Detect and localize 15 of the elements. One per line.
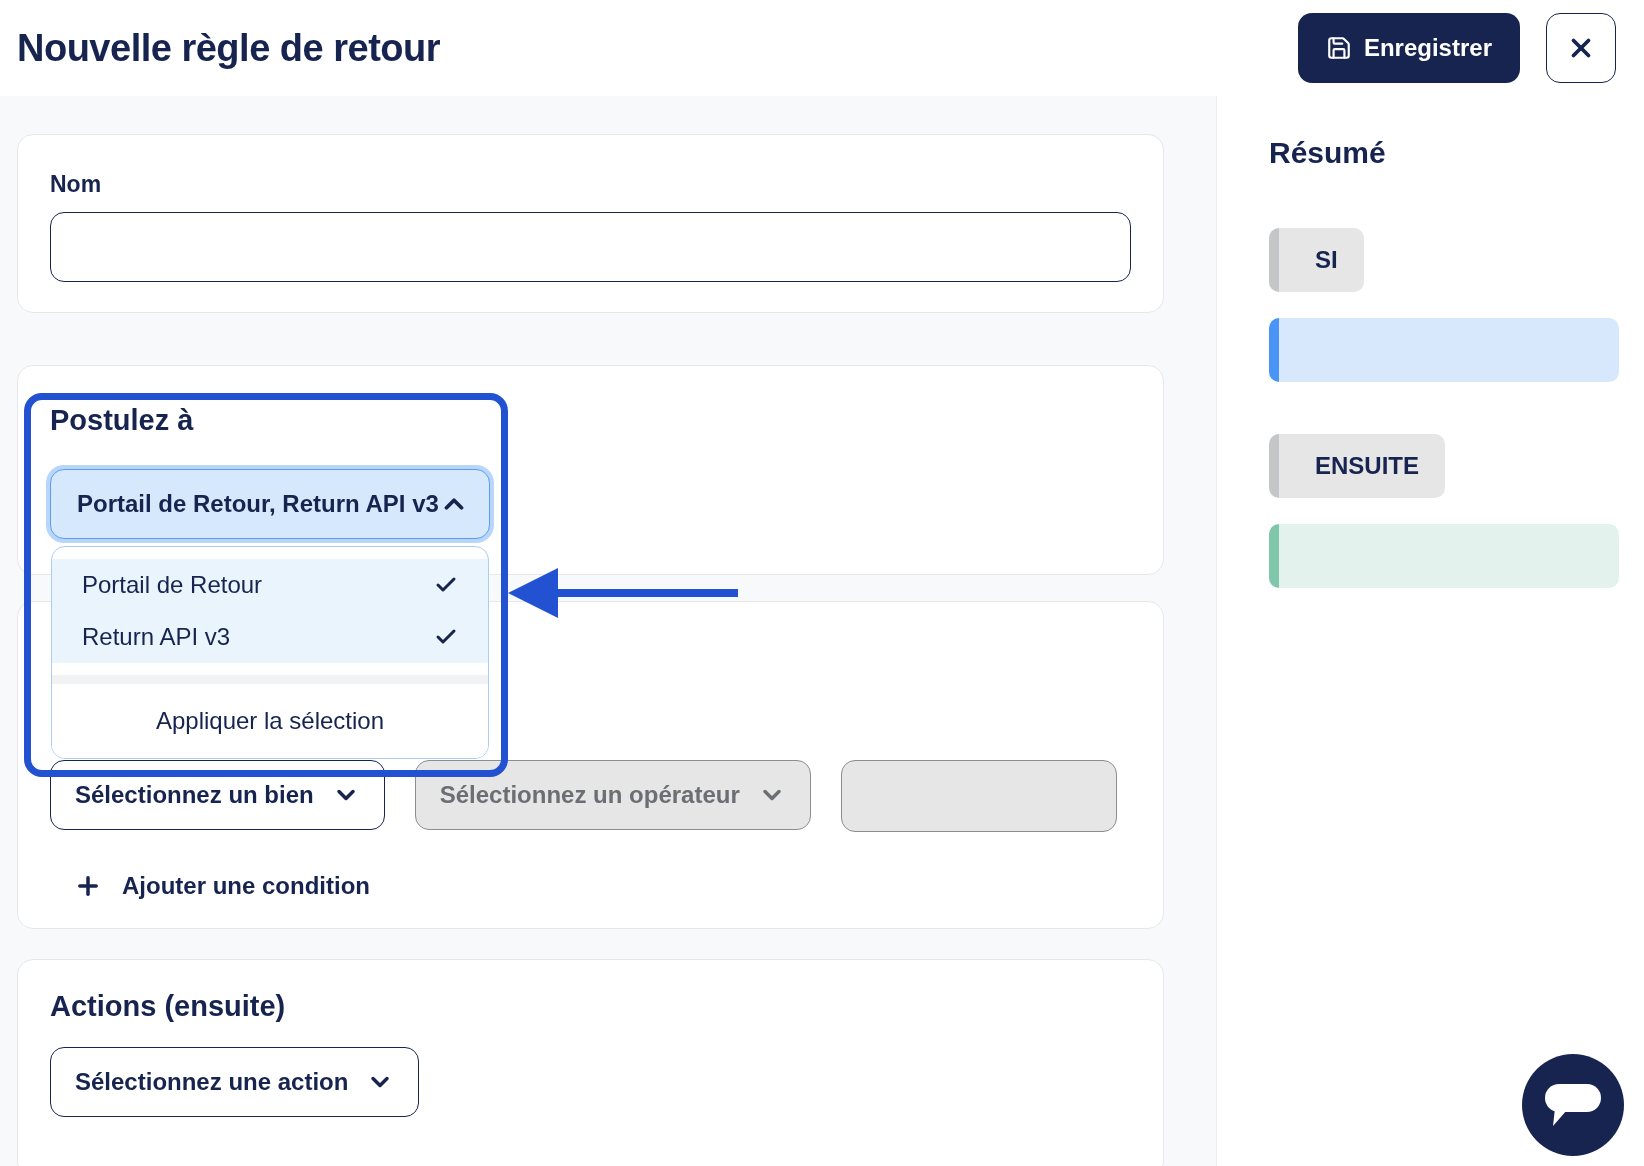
field-label: Nom (50, 171, 103, 198)
name-input-field[interactable] (50, 212, 1131, 282)
summary-chip: SI (1269, 228, 1364, 292)
section-title: Actions (ensuite) (50, 990, 287, 1023)
save-icon (1325, 35, 1352, 61)
save-button[interactable]: Enregistrer (1297, 13, 1520, 83)
action-select[interactable]: Sélectionnez une action (50, 1047, 420, 1117)
summary-chip: ENSUITE (1269, 434, 1445, 498)
dropdown-option[interactable]: Return API v3 (52, 611, 488, 663)
dropdown-option[interactable]: Portail de Retour (52, 559, 488, 611)
close-button[interactable] (1546, 13, 1616, 83)
add-condition-button[interactable]: Ajouter une condition (50, 872, 370, 900)
summary-title: Résumé (1269, 136, 1387, 170)
section-title: Postulez à (50, 404, 195, 437)
page-title: Nouvelle règle de retour (17, 26, 441, 70)
